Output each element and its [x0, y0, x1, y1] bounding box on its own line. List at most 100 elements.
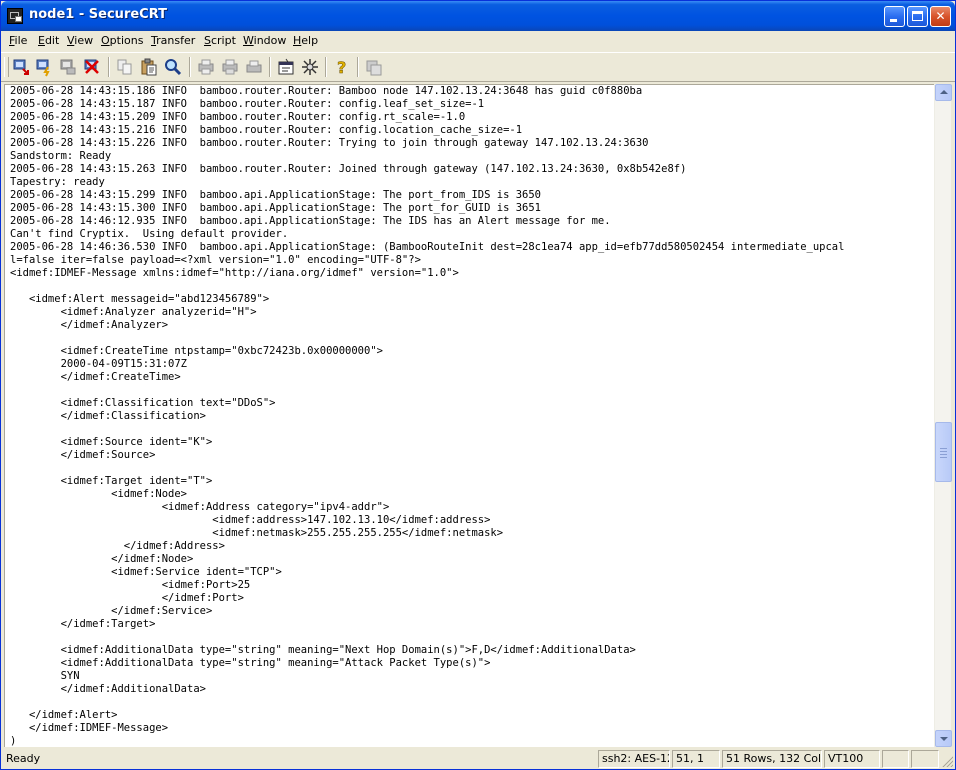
- menu-options[interactable]: Options: [101, 34, 143, 47]
- help-icon: ?: [337, 58, 347, 78]
- print-setup-icon: [246, 60, 262, 73]
- minimize-icon: [890, 19, 897, 22]
- paste-icon: [141, 58, 157, 76]
- terminal-line: 2005-06-28 14:46:36.530 INFO bamboo.api.…: [10, 241, 845, 253]
- terminal-line: <idmef:Target ident="T">: [10, 475, 213, 487]
- toolbar-separator: [189, 57, 191, 77]
- status-pane-empty: [911, 750, 939, 768]
- disconnect-icon: [84, 59, 99, 74]
- connect-button[interactable]: [11, 57, 31, 77]
- terminal-line: 2005-06-28 14:43:15.209 INFO bamboo.rout…: [10, 111, 466, 123]
- connect-icon: [13, 59, 29, 75]
- print-button[interactable]: [196, 57, 216, 77]
- terminal-line: </idmef:Classification>: [10, 410, 206, 422]
- terminal-line: <idmef:AdditionalData type="string" mean…: [10, 644, 636, 656]
- close-button[interactable]: ✕: [930, 6, 951, 27]
- terminal-line: </idmef:Target>: [10, 618, 156, 630]
- toolbar-separator: [357, 57, 359, 77]
- terminal-line: l=false iter=false payload=<?xml version…: [10, 254, 421, 266]
- copy-button[interactable]: [115, 57, 135, 77]
- terminal-line: <idmef:netmask>255.255.255.255</idmef:ne…: [10, 527, 504, 539]
- status-ready-text: Ready: [6, 752, 41, 765]
- terminal-line: 2005-06-28 14:43:15.300 INFO bamboo.api.…: [10, 202, 542, 214]
- terminal-line: ): [10, 735, 17, 747]
- scroll-thumb[interactable]: [935, 422, 952, 482]
- vertical-scrollbar[interactable]: [934, 84, 952, 747]
- paste-button[interactable]: [139, 57, 159, 77]
- session-options-button[interactable]: [276, 57, 296, 77]
- terminal-line: </idmef:Service>: [10, 605, 213, 617]
- status-emulation: VT100: [824, 750, 880, 768]
- terminal-line: <idmef:IDMEF-Message xmlns:idmef="http:/…: [10, 267, 459, 279]
- quick-connect-button[interactable]: [34, 57, 54, 77]
- window-title: node1 - SecureCRT: [29, 7, 168, 22]
- terminal-line: Can't find Cryptix. Using default provid…: [10, 228, 289, 240]
- print-selection-icon: [222, 59, 238, 75]
- terminal-line: 2005-06-28 14:43:15.226 INFO bamboo.rout…: [10, 137, 649, 149]
- scroll-down-button[interactable]: [935, 730, 952, 747]
- terminal-line: </idmef:Port>: [10, 592, 244, 604]
- keymap-button[interactable]: [364, 57, 384, 77]
- terminal-line: <idmef:Service ident="TCP">: [10, 566, 282, 578]
- global-options-button[interactable]: [300, 57, 320, 77]
- terminal-line: 2005-06-28 14:43:15.299 INFO bamboo.api.…: [10, 189, 542, 201]
- terminal-line: 2000-04-09T15:31:07Z: [10, 358, 188, 370]
- toolbar: ?: [1, 52, 955, 82]
- terminal-line: </idmef:IDMEF-Message>: [10, 722, 169, 734]
- terminal-line: <idmef:AdditionalData type="string" mean…: [10, 657, 491, 669]
- terminal-line: <idmef:address>147.102.13.10</idmef:addr…: [10, 514, 491, 526]
- terminal-line: SYN: [10, 670, 80, 682]
- maximize-icon: [912, 11, 923, 21]
- terminal-line: <idmef:Node>: [10, 488, 188, 500]
- thumb-grip-line: [940, 448, 947, 449]
- print-selection-button[interactable]: [220, 57, 240, 77]
- thumb-grip-line: [940, 451, 947, 452]
- menu-edit[interactable]: Edit: [38, 34, 59, 47]
- menu-help[interactable]: Help: [293, 34, 318, 47]
- scroll-up-button[interactable]: [935, 84, 952, 101]
- terminal-view[interactable]: 2005-06-28 14:43:15.186 INFO bamboo.rout…: [4, 84, 934, 747]
- help-button[interactable]: ?: [332, 57, 352, 78]
- svg-text:?: ?: [337, 58, 346, 77]
- terminal-line: <idmef:Port>25: [10, 579, 251, 591]
- terminal-line: 2005-06-28 14:46:12.935 INFO bamboo.api.…: [10, 215, 611, 227]
- terminal-line: <idmef:CreateTime ntpstamp="0xbc72423b.0…: [10, 345, 383, 357]
- quick-connect-icon: [36, 59, 50, 77]
- print-setup-button[interactable]: [244, 57, 264, 77]
- toolbar-separator: [325, 57, 327, 77]
- terminal-line: <idmef:Source ident="K">: [10, 436, 213, 448]
- menu-transfer[interactable]: Transfer: [151, 34, 195, 47]
- print-icon: [198, 59, 214, 75]
- status-cursor-position: 51, 1: [672, 750, 720, 768]
- terminal-line: 2005-06-28 14:43:15.216 INFO bamboo.rout…: [10, 124, 523, 136]
- disconnect-button[interactable]: [82, 57, 102, 77]
- thumb-grip-line: [940, 457, 947, 458]
- title-bar[interactable]: node1 - SecureCRT ✕: [1, 1, 955, 31]
- terminal-line: 2005-06-28 14:43:15.263 INFO bamboo.rout…: [10, 163, 687, 175]
- menu-script[interactable]: Script: [204, 34, 236, 47]
- menu-window[interactable]: Window: [243, 34, 286, 47]
- app-terminal-icon[interactable]: [7, 8, 23, 24]
- resize-grip[interactable]: [941, 755, 953, 767]
- terminal-line: </idmef:Address>: [10, 540, 225, 552]
- toolbar-grip[interactable]: [4, 57, 9, 77]
- menu-file[interactable]: File: [9, 34, 27, 47]
- find-button[interactable]: [163, 57, 183, 77]
- copy-icon: [117, 59, 132, 75]
- terminal-line: 2005-06-28 14:43:15.186 INFO bamboo.rout…: [10, 85, 643, 97]
- terminal-line: <idmef:Address category="ipv4-addr">: [10, 501, 390, 513]
- status-cipher: ssh2: AES-128: [598, 750, 670, 768]
- terminal-line: 2005-06-28 14:43:15.187 INFO bamboo.rout…: [10, 98, 485, 110]
- menu-view[interactable]: View: [67, 34, 93, 47]
- terminal-line: Sandstorm: Ready: [10, 150, 112, 162]
- find-icon: [165, 59, 182, 76]
- maximize-button[interactable]: [907, 6, 928, 27]
- minimize-button[interactable]: [884, 6, 905, 27]
- connect-tab-button[interactable]: [58, 57, 78, 77]
